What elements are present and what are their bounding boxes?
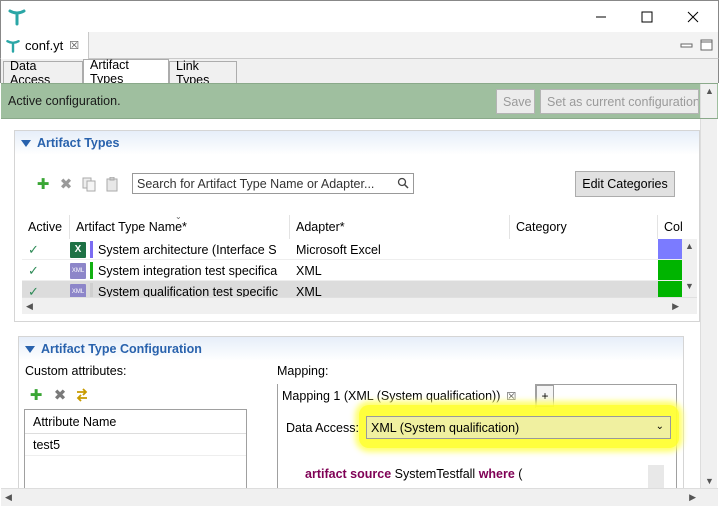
tab-data-access[interactable]: Data Access [3, 59, 83, 87]
color-swatch[interactable] [658, 260, 682, 280]
artifact-type-name: System integration test specifica [98, 263, 278, 278]
attribute-name-header[interactable]: Attribute Name [25, 410, 246, 434]
status-text: Active configuration. [8, 94, 121, 108]
sort-indicator-icon: ⌄ [175, 215, 182, 221]
collapse-triangle-icon[interactable] [21, 139, 31, 147]
collapse-triangle-icon[interactable] [25, 345, 35, 353]
custom-attributes-list: Attribute Name test5 [24, 409, 247, 494]
close-tab-icon[interactable]: ☒ [506, 390, 516, 403]
paste-icon[interactable] [104, 176, 120, 192]
category-cell [516, 260, 656, 281]
code-rest: ( [514, 467, 523, 481]
minimize-view-icon[interactable] [680, 38, 694, 52]
edit-categories-button[interactable]: Edit Categories [575, 171, 675, 197]
column-header-active[interactable]: Active [22, 215, 70, 239]
maximize-view-icon[interactable] [700, 38, 714, 52]
table-row[interactable]: ✓ X System architecture (Interface S Mic… [22, 239, 682, 260]
mapping-label: Mapping: [277, 364, 329, 378]
mapping-code-line[interactable]: artifact source SystemTestfall where ( [305, 467, 522, 481]
page-horizontal-scrollbar[interactable]: ◀ ▶ [1, 488, 718, 506]
delete-icon[interactable]: ✖ [58, 176, 74, 192]
scroll-right-icon[interactable]: ▶ [689, 492, 696, 503]
scroll-left-icon[interactable]: ◀ [26, 301, 33, 312]
search-placeholder: Search for Artifact Type Name or Adapter… [137, 176, 375, 191]
editor-tab-conf[interactable]: conf.yt ☒ [1, 32, 89, 59]
table-vertical-scrollbar[interactable]: ▲ ▼ [682, 239, 697, 297]
editor-tab-bar: conf.yt ☒ [0, 32, 719, 59]
configuration-title: Artifact Type Configuration [41, 342, 202, 356]
search-icon[interactable] [397, 177, 409, 192]
file-logo-icon [6, 39, 20, 53]
adapter-cell: Microsoft Excel [296, 242, 381, 257]
scroll-right-icon[interactable]: ▶ [672, 301, 679, 312]
maximize-window-button[interactable] [624, 1, 670, 32]
delete-attribute-icon[interactable]: ✖ [52, 387, 68, 403]
scroll-up-icon[interactable]: ▲ [685, 241, 694, 251]
artifact-type-search-input[interactable]: Search for Artifact Type Name or Adapter… [132, 173, 414, 194]
configuration-header[interactable]: Artifact Type Configuration [19, 337, 683, 361]
tab-link-types[interactable]: Link Types [169, 59, 237, 87]
code-keyword: where [478, 467, 515, 481]
page-vertical-scrollbar[interactable]: ▼ [700, 119, 717, 488]
data-access-value: XML (System qualification) [371, 420, 520, 435]
artifact-types-header[interactable]: Artifact Types [15, 131, 699, 155]
list-item[interactable]: test5 [25, 434, 246, 456]
artifact-types-title: Artifact Types [37, 136, 120, 150]
set-current-configuration-button[interactable]: Set as current configuration [540, 89, 699, 114]
status-scrollbar[interactable]: ▲ [700, 84, 717, 118]
editor-tab-label: conf.yt [25, 38, 64, 53]
tab-artifact-types[interactable]: Artifact Types [83, 58, 169, 86]
scroll-left-icon[interactable]: ◀ [5, 492, 12, 503]
status-bar: Active configuration. Save Set as curren… [1, 83, 718, 119]
type-color-bar [90, 241, 93, 258]
minimize-window-button[interactable] [578, 1, 624, 32]
scroll-up-icon[interactable]: ▲ [705, 86, 714, 96]
custom-attributes-label: Custom attributes: [25, 364, 127, 378]
scroll-down-icon[interactable]: ▼ [705, 476, 714, 486]
close-tab-icon[interactable]: ☒ [69, 39, 79, 52]
close-window-button[interactable] [670, 1, 716, 32]
window-titlebar [0, 0, 719, 32]
data-access-label: Data Access: [286, 421, 359, 435]
chevron-down-icon[interactable]: ⌄ [656, 421, 664, 432]
column-header-adapter[interactable]: Adapter* [290, 215, 510, 239]
xml-file-icon: XML [70, 262, 86, 279]
save-button[interactable]: Save [496, 89, 535, 114]
main-tab-bar: Data Access Artifact Types Link Types [0, 58, 719, 87]
column-header-color[interactable]: Col [658, 215, 688, 239]
active-check-icon[interactable]: ✓ [28, 263, 39, 279]
data-access-select[interactable]: XML (System qualification) ⌄ [366, 416, 671, 439]
add-mapping-button[interactable]: + [536, 385, 554, 407]
add-icon[interactable]: ✚ [35, 176, 51, 192]
category-cell [516, 239, 656, 260]
mapping-tab-label: Mapping 1 (XML (System qualification)) [282, 389, 501, 403]
adapter-cell: XML [296, 263, 322, 278]
add-attribute-icon[interactable]: ✚ [28, 387, 44, 403]
app-logo-icon [7, 7, 27, 27]
column-header-category[interactable]: Category [510, 215, 658, 239]
excel-file-icon: X [70, 241, 86, 258]
code-keyword: artifact source [305, 467, 392, 481]
copy-icon[interactable] [81, 176, 97, 192]
scroll-down-icon[interactable]: ▼ [685, 281, 694, 291]
type-color-bar [90, 262, 93, 279]
table-horizontal-scrollbar[interactable]: ◀ ▶ [22, 297, 697, 314]
color-swatch[interactable] [658, 239, 682, 259]
code-identifier: SystemTestfall [391, 467, 479, 481]
active-check-icon[interactable]: ✓ [28, 242, 39, 258]
table-row[interactable]: ✓ XML System integration test specifica … [22, 260, 682, 281]
artifact-type-name: System architecture (Interface S [98, 242, 277, 257]
reorder-attribute-icon[interactable] [74, 387, 90, 403]
